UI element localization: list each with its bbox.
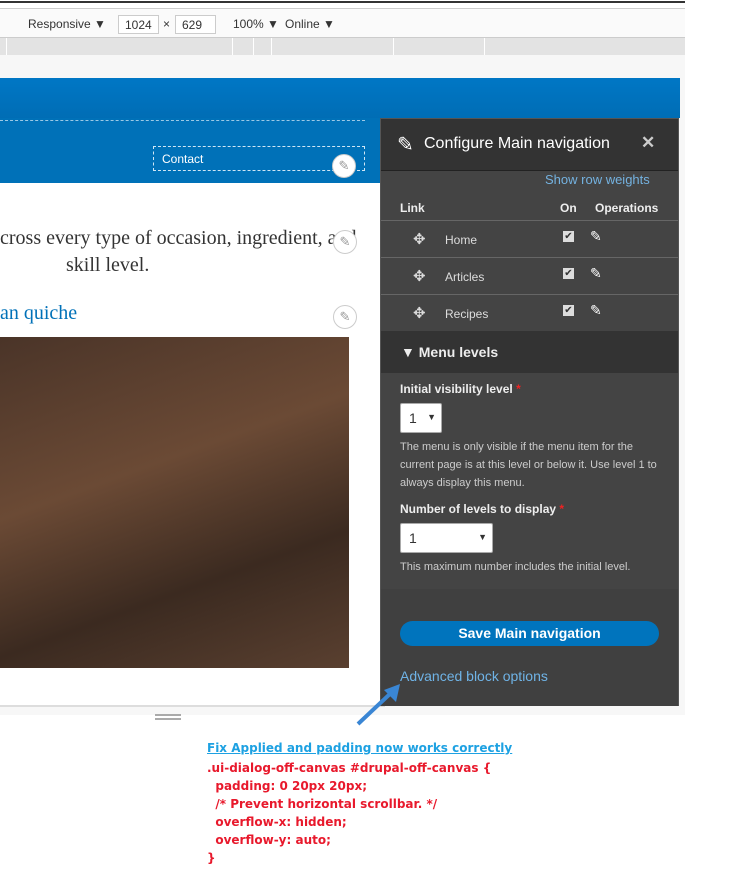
link-label: Home: [445, 233, 478, 247]
column-link: Link: [400, 201, 425, 215]
label-text: Number of levels to display: [400, 502, 557, 516]
select-value: 1: [409, 410, 417, 426]
code-line: }: [207, 851, 216, 865]
enabled-checkbox[interactable]: ✔: [563, 305, 574, 316]
device-select[interactable]: Responsive ▼: [28, 17, 106, 31]
caret-down-icon: ▼: [478, 532, 487, 542]
code-line: overflow-x: hidden;: [207, 815, 347, 829]
pencil-icon: ✎: [397, 134, 414, 156]
devtools-toolbar: Responsive ▼ 1024 × 629 100% ▼ Online ▼: [0, 8, 685, 38]
code-line: overflow-y: auto;: [207, 833, 331, 847]
save-button[interactable]: Save Main navigation: [400, 621, 659, 646]
caret-down-icon: ▼: [427, 412, 436, 422]
zoom-select[interactable]: 100% ▼: [233, 17, 279, 31]
device-label: Responsive: [28, 17, 91, 31]
drag-handle-icon[interactable]: ✥: [413, 304, 426, 322]
drag-handle-icon[interactable]: ✥: [413, 230, 426, 248]
site-header: [0, 78, 680, 118]
edit-pencil-icon[interactable]: ✎: [333, 305, 357, 329]
menu-link-row: ✥ Articles ✔ ✎: [381, 257, 678, 294]
show-row-weights-link[interactable]: Show row weights: [545, 172, 650, 187]
menu-levels-label: Menu levels: [418, 344, 499, 360]
window-edge: [0, 0, 685, 3]
levels-help: This maximum number includes the initial…: [400, 561, 631, 573]
menu-link-row: ✥ Recipes ✔ ✎: [381, 294, 678, 331]
enabled-checkbox[interactable]: ✔: [563, 231, 574, 242]
edit-pencil-icon[interactable]: ✎: [333, 230, 357, 254]
code-line: padding: 0 20px 20px;: [207, 779, 368, 793]
zoom-label: 100%: [233, 17, 264, 31]
enabled-checkbox[interactable]: ✔: [563, 268, 574, 279]
levels-select[interactable]: 1 ▼: [400, 523, 493, 553]
quiche-image: [0, 337, 349, 668]
height-input[interactable]: 629: [175, 15, 216, 34]
article-title-link[interactable]: an quiche: [0, 302, 77, 325]
column-operations: Operations: [595, 201, 659, 215]
width-input[interactable]: 1024: [118, 15, 159, 34]
intro-text: cross every type of occasion, ingredient…: [0, 227, 357, 249]
viewport-bottom: [0, 705, 385, 707]
drag-handle-icon[interactable]: ✥: [413, 267, 426, 285]
edit-icon[interactable]: ✎: [590, 265, 602, 282]
edit-icon[interactable]: ✎: [590, 302, 602, 319]
initial-level-help: The menu is only visible if the menu ite…: [400, 441, 657, 489]
link-label: Recipes: [445, 307, 489, 321]
initial-level-select[interactable]: 1 ▼: [400, 403, 442, 433]
required-marker: *: [559, 502, 565, 516]
annotation-title: Fix Applied and padding now works correc…: [207, 741, 513, 755]
menu-levels-toggle[interactable]: ▼ Menu levels: [381, 331, 678, 373]
link-label: Articles: [445, 270, 485, 284]
network-select[interactable]: Online ▼: [285, 17, 335, 31]
code-line: /* Prevent horizontal scrollbar. */: [207, 797, 438, 811]
caret-down-icon: ▼: [94, 17, 106, 31]
advanced-block-options-link[interactable]: Advanced block options: [400, 668, 548, 684]
caret-down-icon: ▼: [323, 17, 335, 31]
network-label: Online: [285, 17, 320, 31]
initial-level-label: Initial visibility level *: [400, 382, 521, 396]
annotation-arrow-icon: [356, 684, 400, 726]
close-icon[interactable]: ✕: [641, 133, 655, 153]
edit-icon[interactable]: ✎: [590, 228, 602, 245]
off-canvas-dialog: ✎ Configure Main navigation ✕ Show row w…: [380, 118, 679, 706]
dialog-title: Configure Main navigation: [424, 135, 610, 152]
intro-text-2: skill level.: [66, 254, 150, 276]
caret-down-icon: ▼: [267, 17, 279, 31]
edit-pencil-icon[interactable]: ✎: [332, 154, 356, 178]
dialog-footer: [381, 589, 678, 706]
required-marker: *: [516, 382, 521, 396]
code-line: .ui-dialog-off-canvas #drupal-off-canvas…: [207, 761, 492, 775]
resize-handle[interactable]: [155, 714, 181, 720]
column-on: On: [560, 201, 577, 215]
dimension-separator: ×: [163, 17, 171, 31]
annotation: Fix Applied and padding now works correc…: [207, 739, 512, 867]
dialog-header: ✎ Configure Main navigation ✕: [381, 119, 678, 171]
menu-link-row: ✥ Home ✔ ✎: [381, 220, 678, 257]
triangle-down-icon: ▼: [401, 344, 419, 360]
levels-label: Number of levels to display *: [400, 502, 564, 516]
select-value: 1: [409, 530, 417, 546]
label-text: Initial visibility level: [400, 382, 513, 396]
media-query-ruler: [0, 38, 685, 55]
